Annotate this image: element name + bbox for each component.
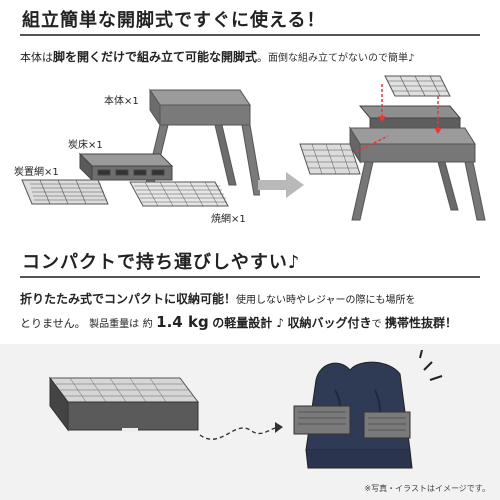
charcoal-bed [78, 152, 174, 182]
text: 製品重量は [89, 319, 140, 330]
section-title-assembly: 組立簡単な開脚式ですぐに使える！ [22, 10, 326, 31]
text: とりません。 [20, 317, 86, 330]
text: で [371, 319, 382, 330]
text-emphasis: 収納バッグ付き [287, 316, 372, 330]
body-assembled [349, 126, 486, 221]
bed-assembled [358, 105, 462, 129]
text: 面倒な組み立てがないので簡単♪ [268, 53, 415, 64]
text: 使用しない時やレジャーの際にも場所を [236, 295, 416, 306]
label-body: 本体×1 [104, 96, 139, 107]
compact-line-2: とりません。 製品重量は 約 1.4 kg の軽量設計 ♪ 収納バッグ付きで 携… [20, 313, 457, 331]
assembly-description: 本体は脚を開くだけで組み立て可能な開脚式。面倒な組み立てがないので簡単♪ [20, 48, 414, 65]
text: 本体は [20, 51, 53, 64]
curved-arrow-icon [199, 422, 283, 440]
grill-net [129, 181, 229, 207]
text-emphasis: 携帯性抜群！ [385, 316, 458, 330]
text-emphasis: 折りたたみ式でコンパクトに収納可能！ [20, 292, 237, 306]
section-title-compact: コンパクトで持ち運びしやすい♪ [22, 252, 301, 273]
grill-top [384, 75, 451, 97]
folded-grill-illustration [49, 376, 199, 432]
label-charcoal-bed: 炭床×1 [68, 140, 103, 151]
charcoal-grate [21, 179, 109, 205]
assembled-illustration [299, 75, 486, 221]
image-note: ※写真・イラストはイメージです。 [364, 484, 490, 493]
label-charcoal-grate: 炭置網×1 [14, 167, 59, 178]
text-emphasis: の軽量設計 ♪ [212, 316, 285, 330]
text-emphasis: 脚を開くだけで組み立て可能な開脚式 [53, 50, 258, 64]
grate-side [299, 143, 361, 175]
compact-line-1: 折りたたみ式でコンパクトに収納可能！使用しない時やレジャーの際にも場所を [20, 290, 416, 307]
weight-value: 1.4 kg [156, 313, 209, 331]
text: 約 [142, 319, 153, 330]
divider [20, 34, 480, 36]
label-grill-net: 焼網×1 [211, 214, 246, 225]
storage-bag-illustration [293, 350, 443, 469]
text: 。 [257, 51, 269, 64]
divider [20, 276, 480, 278]
